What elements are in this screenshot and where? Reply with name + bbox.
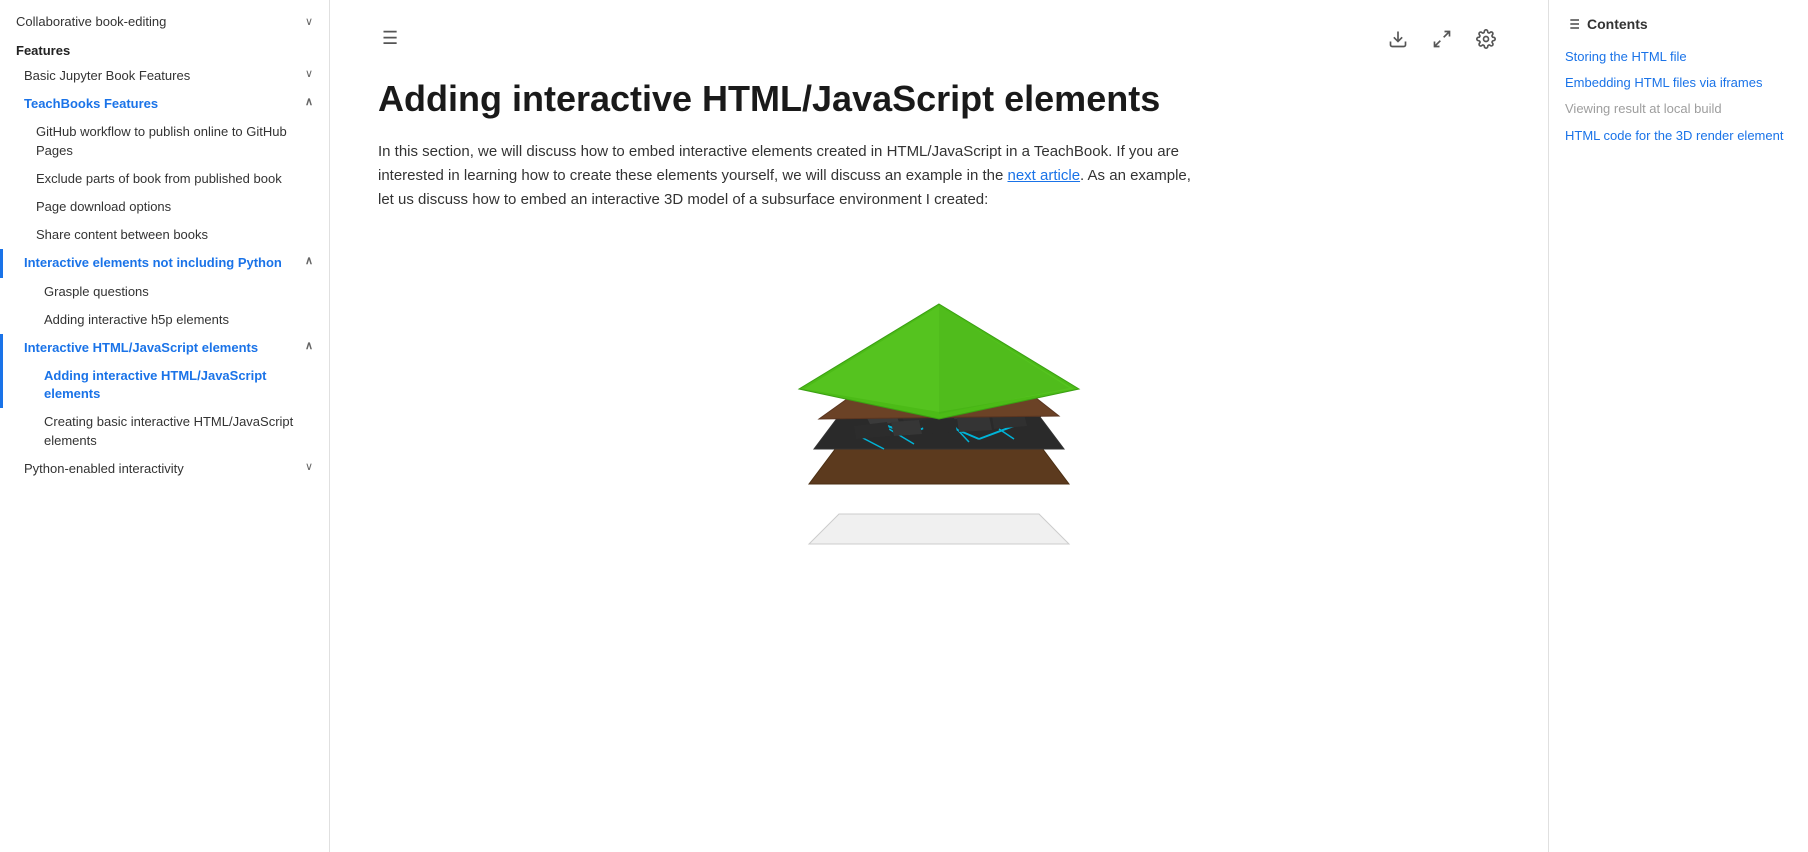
toc-title-text: Contents [1587,16,1648,32]
page-title: Adding interactive HTML/JavaScript eleme… [378,77,1500,120]
next-article-link[interactable]: next article [1008,167,1081,184]
chevron-icon: ∨ [305,460,313,475]
sidebar-item-exclude-parts[interactable]: Exclude parts of book from published boo… [0,165,329,193]
subsurface-model [378,244,1500,584]
sidebar-item-label: Adding interactive HTML/JavaScript eleme… [44,367,313,403]
page-body: In this section, we will discuss how to … [378,140,1198,212]
sidebar-item-github-workflow[interactable]: GitHub workflow to publish online to Git… [0,118,329,164]
contents-icon [1565,16,1581,32]
toc-title: Contents [1565,16,1792,32]
toc-item-viewing[interactable]: Viewing result at local build [1565,96,1792,122]
sidebar-top-item-label: Collaborative book-editing [16,14,166,29]
sidebar-item-label: Adding interactive h5p elements [44,311,229,329]
sidebar-item-label: Creating basic interactive HTML/JavaScri… [44,413,313,449]
main-content: ☰ [330,0,1548,852]
toc-panel: Contents Storing the HTML file Embedding… [1548,0,1808,852]
download-button[interactable] [1384,25,1412,53]
sidebar: Collaborative book-editing ∨ Features Ba… [0,0,330,852]
sidebar-item-label: Share content between books [36,226,208,244]
sidebar-item-adding-interactive-html[interactable]: Adding interactive HTML/JavaScript eleme… [0,362,329,408]
model-container [759,244,1119,584]
chevron-icon: ∧ [305,339,313,354]
sidebar-item-label: Page download options [36,198,171,216]
download-icon [1388,29,1408,49]
toc-item-embedding[interactable]: Embedding HTML files via iframes [1565,70,1792,96]
sidebar-collaborative-book-editing[interactable]: Collaborative book-editing ∨ [0,8,329,35]
sidebar-item-label: Python-enabled interactivity [24,460,184,478]
chevron-down-icon: ∨ [305,15,313,28]
chevron-icon: ∧ [305,95,313,110]
toc-item-html-code[interactable]: HTML code for the 3D render element [1565,123,1792,149]
sidebar-item-label: Grasple questions [44,283,149,301]
settings-icon [1476,29,1496,49]
sidebar-item-creating-basic-interactive[interactable]: Creating basic interactive HTML/JavaScri… [0,408,329,454]
sidebar-item-page-download[interactable]: Page download options [0,193,329,221]
menu-button[interactable]: ☰ [378,24,402,53]
sidebar-item-interactive-elements[interactable]: Interactive elements not including Pytho… [0,249,329,277]
toolbar-left: ☰ [378,24,402,53]
3d-model-svg [759,244,1119,584]
sidebar-item-h5p[interactable]: Adding interactive h5p elements [0,306,329,334]
fullscreen-button[interactable] [1428,25,1456,53]
menu-icon: ☰ [382,28,398,49]
sidebar-item-python-enabled[interactable]: Python-enabled interactivity ∨ [0,455,329,483]
sidebar-item-label: Interactive HTML/JavaScript elements [24,339,258,357]
sidebar-item-label: Exclude parts of book from published boo… [36,170,282,188]
settings-button[interactable] [1472,25,1500,53]
chevron-icon: ∨ [305,67,313,82]
sidebar-item-label: Interactive elements not including Pytho… [24,254,282,272]
sidebar-item-share-content[interactable]: Share content between books [0,221,329,249]
sidebar-item-label: Basic Jupyter Book Features [24,67,190,85]
sidebar-item-interactive-html[interactable]: Interactive HTML/JavaScript elements ∧ [0,334,329,362]
fullscreen-icon [1432,29,1452,49]
sidebar-item-basic-jupyter[interactable]: Basic Jupyter Book Features ∨ [0,62,329,90]
sidebar-item-label: TeachBooks Features [24,95,158,113]
toolbar-icons [1384,25,1500,53]
chevron-icon: ∧ [305,254,313,269]
sidebar-item-label: GitHub workflow to publish online to Git… [36,123,313,159]
sidebar-item-grasple[interactable]: Grasple questions [0,278,329,306]
body-paragraph: In this section, we will discuss how to … [378,140,1198,212]
toolbar: ☰ [378,24,1500,53]
sidebar-item-teachbooks-features[interactable]: TeachBooks Features ∧ [0,90,329,118]
toc-item-storing[interactable]: Storing the HTML file [1565,44,1792,70]
sidebar-section-features: Features [0,35,329,62]
